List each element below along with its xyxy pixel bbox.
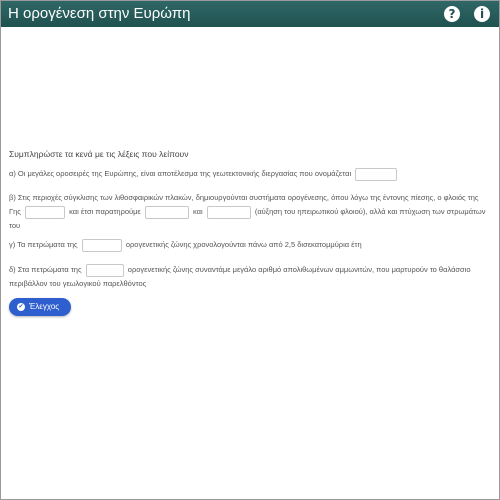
blank-input-b2[interactable]: [144, 205, 189, 219]
blank-input-b1[interactable]: [25, 205, 66, 219]
blank-input-d[interactable]: [85, 263, 124, 277]
blank-input-a[interactable]: [355, 167, 398, 181]
question-b-text-3: και: [192, 207, 203, 216]
check-button-label: Έλεγχος: [29, 302, 60, 311]
question-c: γ) Τα πετρώματα της ορογενετικής ζώνης χ…: [9, 238, 491, 252]
question-c-text-after: ορογενετικής ζώνης χρονολογούνται πάνω α…: [125, 240, 362, 249]
question-b-text-2: και έτσι παρατηρούμε: [69, 207, 141, 216]
help-icon[interactable]: ?: [444, 6, 460, 22]
title-bar: Η ορογένεση στην Ευρώπη ? i: [1, 1, 499, 27]
check-icon: ✔: [17, 303, 25, 311]
check-button[interactable]: ✔ Έλεγχος: [9, 298, 71, 316]
blank-input-c[interactable]: [81, 238, 122, 252]
question-b: β) Στις περιοχές σύγκλισης των λιθοσφαιρ…: [9, 191, 491, 233]
instructions: Συμπληρώστε τα κενά με τις λέξεις που λε…: [9, 149, 189, 159]
question-d: δ) Στα πετρώματα της ορογενετικής ζώνης …: [9, 263, 491, 291]
question-a: α) Οι μεγάλες οροσειρές της Ευρώπης, είν…: [9, 167, 491, 181]
info-icon[interactable]: i: [474, 6, 490, 22]
question-d-text-before: δ) Στα πετρώματα της: [9, 265, 82, 274]
question-a-text: α) Οι μεγάλες οροσειρές της Ευρώπης, είν…: [9, 169, 352, 178]
question-c-text-before: γ) Τα πετρώματα της: [9, 240, 78, 249]
page-title: Η ορογένεση στην Ευρώπη: [8, 5, 191, 22]
app-window: Η ορογένεση στην Ευρώπη ? i Συμπληρώστε …: [1, 1, 499, 499]
blank-input-b3[interactable]: [206, 205, 251, 219]
